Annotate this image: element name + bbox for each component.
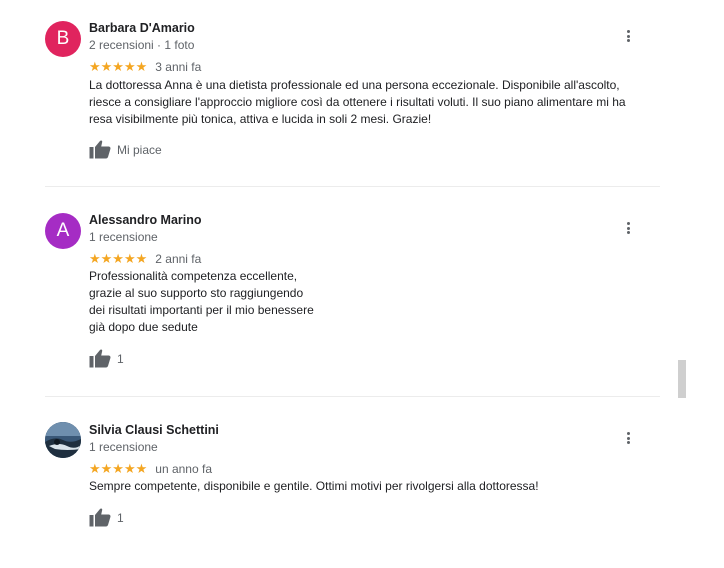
review-text-line: grazie al suo supporto sto raggiungendo xyxy=(89,286,304,300)
avatar[interactable]: B xyxy=(45,21,81,57)
more-vert-icon[interactable] xyxy=(621,429,635,447)
review-text-line: Sempre competente, disponibile e gentile… xyxy=(89,479,539,493)
avatar[interactable] xyxy=(45,422,81,458)
thumbs-up-icon xyxy=(89,349,111,368)
review-time: 3 anni fa xyxy=(155,60,202,74)
scrollbar-thumb[interactable] xyxy=(678,360,686,398)
divider xyxy=(45,396,660,397)
review-text-line: resa visibilmente più tonica, attiva e l… xyxy=(89,112,432,126)
thumbs-up-icon xyxy=(89,140,111,159)
review-text-line: La dottoressa Anna è una dietista profes… xyxy=(89,78,620,92)
reviewer-meta: 1 recensione xyxy=(89,440,158,454)
rating-row: ★★★★★ 2 anni fa xyxy=(89,251,201,267)
review-text-line: Professionalità competenza eccellente, xyxy=(89,269,298,283)
avatar-photo xyxy=(45,422,81,458)
review-text-line: già dopo due sedute xyxy=(89,320,198,334)
like-button[interactable]: 1 xyxy=(89,349,124,368)
avatar-letter: B xyxy=(56,28,70,49)
reviewer-name[interactable]: Silvia Clausi Schettini xyxy=(89,423,219,437)
reviewer-meta: 1 recensione xyxy=(89,230,158,244)
review-time: un anno fa xyxy=(155,462,212,476)
star-rating: ★★★★★ xyxy=(89,461,148,476)
review-text: Sempre competente, disponibile e gentile… xyxy=(89,478,659,495)
like-button[interactable]: 1 xyxy=(89,508,124,527)
more-vert-icon[interactable] xyxy=(621,27,635,45)
review-text-line: riesce a consigliare l'approccio miglior… xyxy=(89,95,626,109)
thumbs-up-icon xyxy=(89,508,111,527)
divider xyxy=(45,186,660,187)
reviewer-meta: 2 recensioni · 1 foto xyxy=(89,38,195,52)
like-count: 1 xyxy=(117,351,124,366)
review-text: Professionalità competenza eccellente, g… xyxy=(89,268,659,336)
reviewer-name[interactable]: Barbara D'Amario xyxy=(89,21,195,35)
like-label: Mi piace xyxy=(117,142,162,157)
review-time: 2 anni fa xyxy=(155,252,202,266)
reviewer-name[interactable]: Alessandro Marino xyxy=(89,213,202,227)
like-count: 1 xyxy=(117,510,124,525)
avatar-letter: A xyxy=(56,220,70,241)
more-vert-icon[interactable] xyxy=(621,219,635,237)
rating-row: ★★★★★ 3 anni fa xyxy=(89,59,201,75)
star-rating: ★★★★★ xyxy=(89,251,148,266)
review-text-line: dei risultati importanti per il mio bene… xyxy=(89,303,314,317)
rating-row: ★★★★★ un anno fa xyxy=(89,461,212,477)
like-button[interactable]: Mi piace xyxy=(89,140,162,159)
avatar[interactable]: A xyxy=(45,213,81,249)
star-rating: ★★★★★ xyxy=(89,59,148,74)
review-text: La dottoressa Anna è una dietista profes… xyxy=(89,77,659,128)
